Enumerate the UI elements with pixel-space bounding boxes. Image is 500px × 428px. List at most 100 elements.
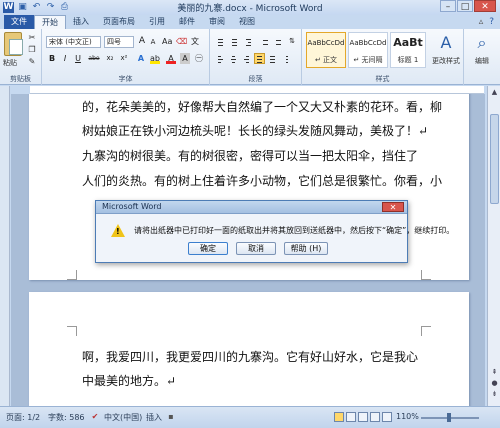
bullets-icon[interactable] bbox=[215, 36, 226, 47]
scroll-thumb[interactable] bbox=[490, 114, 499, 204]
zoom-slider-knob[interactable] bbox=[447, 413, 451, 422]
tab-mailings[interactable]: 邮件 bbox=[172, 15, 202, 29]
vertical-ruler[interactable] bbox=[0, 86, 10, 406]
ribbon-tabs: 文件 开始 插入 页面布局 引用 邮件 审阅 视图 bbox=[0, 15, 500, 29]
highlight-icon[interactable]: ab bbox=[150, 53, 160, 64]
tab-insert[interactable]: 插入 bbox=[66, 15, 96, 29]
tab-home[interactable]: 开始 bbox=[34, 15, 66, 29]
page-count-status[interactable]: 页面: 1/2 bbox=[6, 412, 40, 423]
help-icon[interactable]: ? bbox=[489, 17, 494, 27]
tab-file[interactable]: 文件 bbox=[4, 15, 34, 29]
language-status[interactable]: 中文(中国) bbox=[104, 412, 142, 423]
outline-view-icon[interactable] bbox=[370, 412, 380, 422]
numbering-icon[interactable] bbox=[229, 36, 240, 47]
style-no-spacing[interactable]: AaBbCcDd ↵ 无间隔 bbox=[348, 32, 388, 68]
crop-mark bbox=[421, 270, 431, 280]
grow-font-button[interactable]: A bbox=[137, 36, 147, 47]
dialog-title: Microsoft Word bbox=[102, 202, 162, 211]
text-effects-icon[interactable]: A bbox=[136, 53, 146, 64]
change-styles-icon[interactable]: A bbox=[436, 33, 456, 53]
style-normal[interactable]: AaBbCcDd ↵ 正文 bbox=[306, 32, 346, 68]
align-right-icon[interactable] bbox=[241, 53, 252, 64]
bold-button[interactable]: B bbox=[47, 53, 57, 64]
tab-view[interactable]: 视图 bbox=[232, 15, 262, 29]
editing-label[interactable]: 编辑 bbox=[466, 56, 498, 66]
zoom-level[interactable]: 110% bbox=[396, 412, 419, 421]
full-screen-view-icon[interactable] bbox=[346, 412, 356, 422]
editing-group: ⌕ 编辑 bbox=[464, 29, 500, 85]
strikethrough-button[interactable]: abe bbox=[86, 53, 102, 64]
font-group: 宋体 (中文正) 四号 A A Aa ⌫ 文 B I U abe x₂ x² A… bbox=[42, 29, 210, 85]
tab-references[interactable]: 引用 bbox=[142, 15, 172, 29]
justify-icon[interactable] bbox=[254, 53, 265, 64]
font-size-combo[interactable]: 四号 bbox=[104, 36, 134, 48]
crop-mark bbox=[67, 270, 77, 280]
dialog-title-bar[interactable]: Microsoft Word ✕ bbox=[96, 201, 407, 214]
dialog-close-button[interactable]: ✕ bbox=[382, 202, 404, 212]
ok-button[interactable]: 确定 bbox=[188, 242, 228, 255]
document-page-2[interactable]: 啊，我爱四川，我更爱四川的九寨沟。它有好山好水，它是我心 中最美的地方。↵ bbox=[29, 292, 469, 406]
web-layout-view-icon[interactable] bbox=[358, 412, 368, 422]
next-page-icon[interactable]: ⇟ bbox=[490, 390, 499, 399]
word-count-status[interactable]: 字数: 586 bbox=[48, 412, 85, 423]
style-heading-1[interactable]: AaBt 标题 1 bbox=[390, 32, 426, 68]
style-no-spacing-sample: AaBbCcDd bbox=[349, 39, 387, 47]
cancel-button[interactable]: 取消 bbox=[236, 242, 276, 255]
change-case-icon[interactable]: Aa bbox=[162, 36, 172, 47]
change-styles-label[interactable]: 更改样式 bbox=[430, 56, 462, 66]
cut-icon[interactable]: ✂ bbox=[27, 33, 37, 42]
font-color-button[interactable]: A bbox=[166, 53, 176, 64]
increase-indent-icon[interactable] bbox=[273, 36, 284, 47]
insert-mode-status[interactable]: 插入 bbox=[146, 412, 162, 423]
subscript-button[interactable]: x₂ bbox=[104, 53, 116, 64]
format-painter-icon[interactable]: ✎ bbox=[27, 57, 37, 66]
align-left-icon[interactable] bbox=[215, 53, 226, 64]
underline-button[interactable]: U bbox=[73, 53, 83, 64]
italic-button[interactable]: I bbox=[60, 53, 70, 64]
help-button[interactable]: 帮助 (H) bbox=[284, 242, 328, 255]
sort-icon[interactable]: ⇅ bbox=[287, 36, 297, 47]
line-spacing-icon[interactable] bbox=[280, 53, 291, 64]
tab-page-layout[interactable]: 页面布局 bbox=[96, 15, 142, 29]
distributed-icon[interactable] bbox=[267, 53, 278, 64]
print-layout-view-icon[interactable] bbox=[334, 412, 344, 422]
print-manual-duplex-dialog: Microsoft Word ✕ ! 请将出纸器中已打印好一面的纸取出并将其放回… bbox=[95, 200, 454, 263]
superscript-button[interactable]: x² bbox=[118, 53, 130, 64]
doc-line: 人们的炎热。有的树上住着许多小动物，它们总是很繁忙。你看，小 bbox=[82, 174, 443, 188]
copy-icon[interactable]: ❐ bbox=[27, 45, 37, 54]
character-shading-icon[interactable]: A bbox=[180, 53, 190, 64]
close-button[interactable]: ✕ bbox=[474, 0, 496, 12]
doc-line: 的，花朵美美的，好像帮大自然编了一个又大又朴素的花环。看，柳 bbox=[82, 100, 443, 114]
draft-view-icon[interactable] bbox=[382, 412, 392, 422]
ribbon-right-controls: ▵ ? bbox=[479, 17, 494, 27]
doc-line: 九寨沟的树很美。有的树很密，密得可以当一把太阳伞，挡住了 bbox=[82, 149, 419, 163]
macro-record-icon[interactable]: ▪ bbox=[166, 412, 176, 422]
multilevel-list-icon[interactable] bbox=[243, 36, 254, 47]
paste-button-label[interactable]: 粘贴 bbox=[3, 58, 17, 68]
font-name-combo[interactable]: 宋体 (中文正) bbox=[46, 36, 101, 48]
doc-line: 树姑娘正在铁小河边梳头呢！长长的绿头发随风舞动，美极了！↵ bbox=[82, 124, 429, 138]
clipboard-group: 粘贴 ✂ ❐ ✎ 剪贴板 bbox=[0, 29, 42, 85]
minimize-ribbon-icon[interactable]: ▵ bbox=[479, 17, 484, 27]
prev-page-icon[interactable]: ⇞ bbox=[490, 368, 499, 377]
window-controls: – □ ✕ bbox=[440, 0, 496, 12]
align-center-icon[interactable] bbox=[228, 53, 239, 64]
scroll-up-icon[interactable]: ▲ bbox=[490, 88, 499, 97]
decrease-indent-icon[interactable] bbox=[260, 36, 271, 47]
clear-format-icon[interactable]: ⌫ bbox=[176, 36, 187, 47]
window-title: 美丽的九寨.docx - Microsoft Word bbox=[177, 4, 323, 14]
paste-icon[interactable] bbox=[4, 32, 23, 56]
phonetic-icon[interactable]: 文 bbox=[190, 36, 200, 47]
tab-review[interactable]: 审阅 bbox=[202, 15, 232, 29]
shrink-font-button[interactable]: A bbox=[148, 37, 158, 48]
warning-icon-mark: ! bbox=[116, 227, 120, 236]
vertical-scrollbar[interactable]: ▲ ⇞ ● ⇟ bbox=[487, 86, 500, 406]
find-icon[interactable]: ⌕ bbox=[472, 33, 492, 53]
horizontal-ruler[interactable] bbox=[30, 86, 484, 94]
maximize-button[interactable]: □ bbox=[457, 0, 473, 12]
dialog-message: 请将出纸器中已打印好一面的纸取出并将其放回到送纸器中，然后按下“确定”，继续打印… bbox=[134, 226, 455, 235]
minimize-button[interactable]: – bbox=[440, 0, 456, 12]
enclose-character-icon[interactable]: ㊀ bbox=[194, 53, 204, 64]
proofing-icon[interactable]: ✔ bbox=[90, 412, 100, 422]
browse-object-icon[interactable]: ● bbox=[490, 379, 499, 388]
